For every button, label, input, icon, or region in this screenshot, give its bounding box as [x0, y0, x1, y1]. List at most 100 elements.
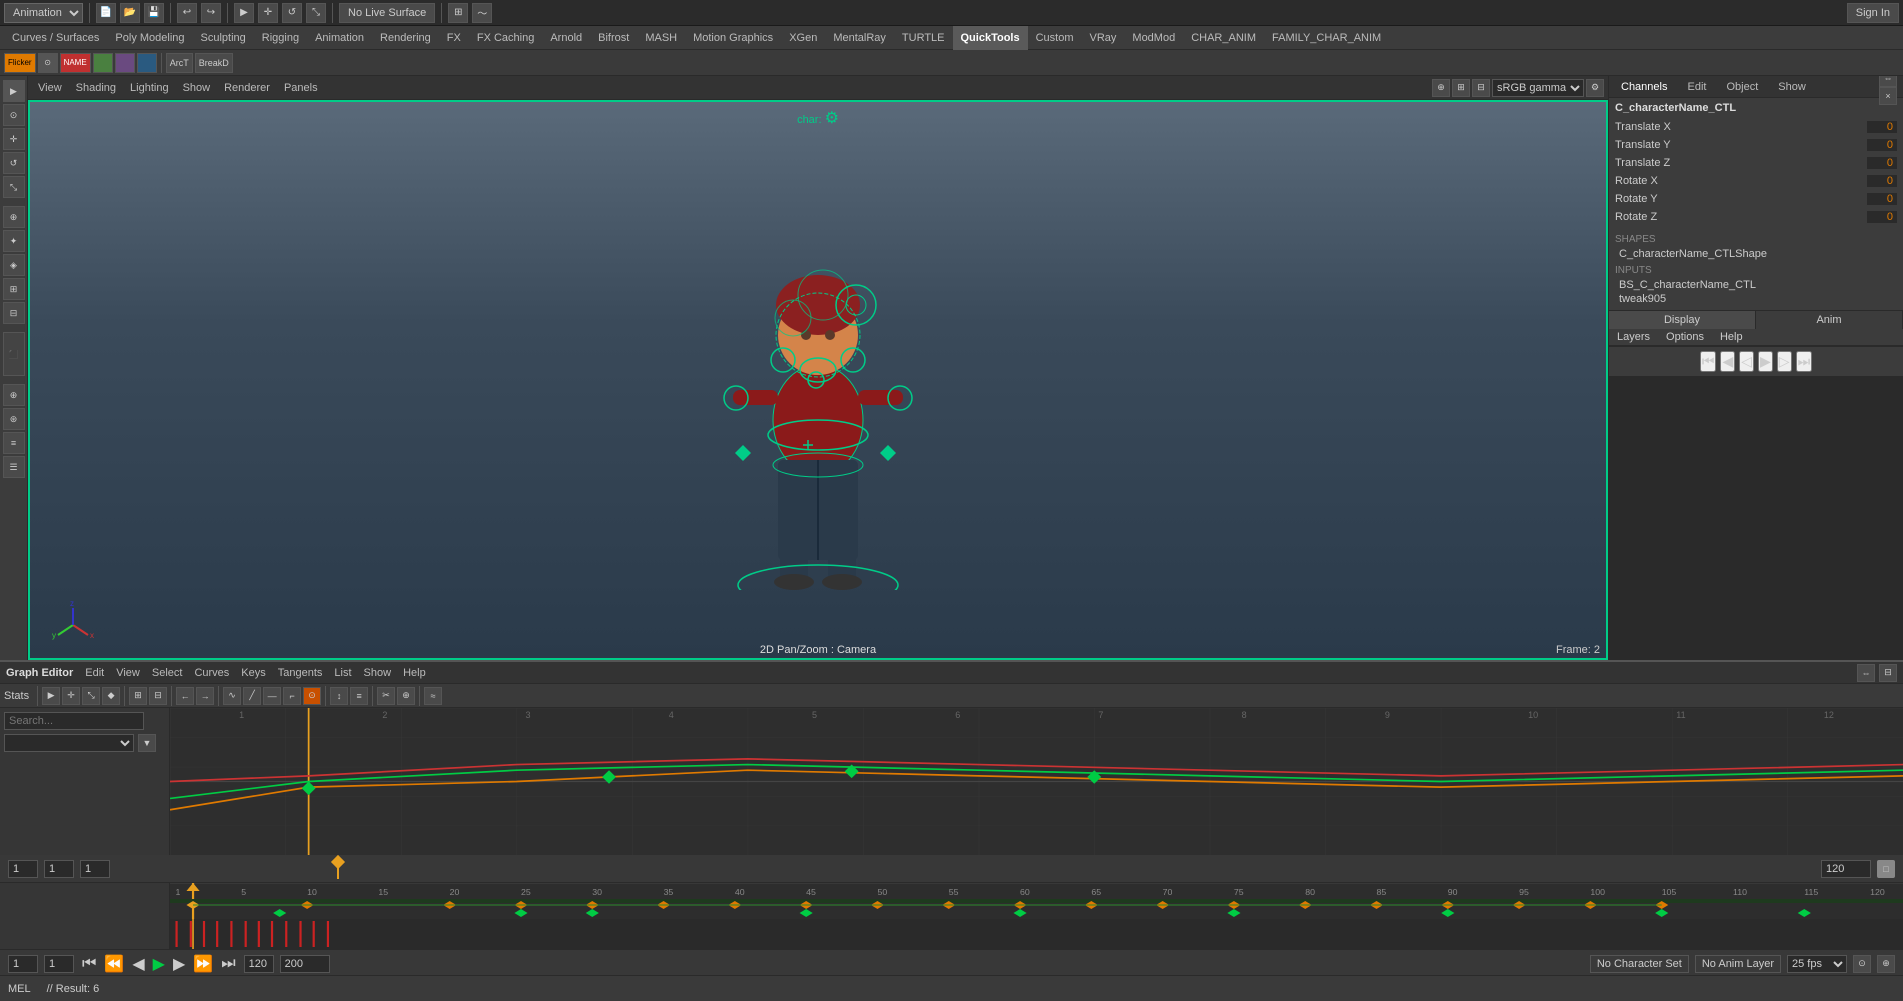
ge-normalize[interactable]: ↕ — [330, 687, 348, 705]
tab-turtle[interactable]: TURTLE — [894, 26, 953, 50]
pb-step-fwd[interactable]: ▶ — [171, 954, 187, 974]
tab-vray[interactable]: VRay — [1082, 26, 1125, 50]
anim-next-frame[interactable]: ▷ — [1777, 351, 1792, 372]
ge-menu-show[interactable]: Show — [358, 667, 398, 679]
ge-stack[interactable]: ≡ — [350, 687, 368, 705]
channel-rx-value[interactable]: 0 — [1867, 175, 1897, 187]
channel-tz-value[interactable]: 0 — [1867, 157, 1897, 169]
display-tab-anim[interactable]: Anim — [1756, 311, 1903, 329]
ge-menu-edit[interactable]: Edit — [79, 667, 110, 679]
ge-expand-btn[interactable]: ⇔ — [1857, 664, 1875, 682]
ge-move-btn[interactable]: ✛ — [62, 687, 80, 705]
tl-current-frame[interactable] — [44, 860, 74, 878]
tab-char-anim[interactable]: CHAR_ANIM — [1183, 26, 1264, 50]
sign-in-btn[interactable]: Sign In — [1847, 3, 1899, 23]
rotate-tool[interactable]: ↺ — [3, 152, 25, 174]
anim-play-back[interactable]: ◁ — [1739, 351, 1754, 372]
tool13[interactable]: ⊛ — [3, 408, 25, 430]
tl-start[interactable] — [8, 955, 38, 973]
ge-menu-tangents[interactable]: Tangents — [272, 667, 329, 679]
tl-start-frame[interactable] — [8, 860, 38, 878]
move-tool[interactable]: ✛ — [3, 128, 25, 150]
ge-select-btn[interactable]: ▶ — [42, 687, 60, 705]
tab-rendering[interactable]: Rendering — [372, 26, 439, 50]
ctrl-btn[interactable]: ⊙ — [38, 53, 58, 73]
channel-tx-value[interactable]: 0 — [1867, 121, 1897, 133]
display-tab-display[interactable]: Display — [1609, 311, 1756, 329]
ge-ripple[interactable]: ≈ — [424, 687, 442, 705]
tab-curves-surfaces[interactable]: Curves / Surfaces — [4, 26, 107, 50]
scale-tool[interactable]: ⤡ — [3, 176, 25, 198]
save-btn[interactable]: 💾 — [144, 3, 164, 23]
ge-filter-dropdown[interactable] — [4, 734, 134, 752]
scale-tool-btn[interactable]: ⤡ — [306, 3, 326, 23]
channel-translate-y[interactable]: Translate Y 0 — [1609, 136, 1903, 154]
ge-pre-infinity[interactable]: ← — [176, 687, 194, 705]
vp-menu-renderer[interactable]: Renderer — [218, 82, 276, 94]
ge-search-input[interactable] — [4, 712, 144, 730]
workspace-dropdown[interactable]: Animation — [4, 3, 83, 23]
select-tool[interactable]: ▶ — [3, 80, 25, 102]
vp-icon2[interactable]: ⊞ — [1452, 79, 1470, 97]
move-tool-btn[interactable]: ✛ — [258, 3, 278, 23]
channel-ry-value[interactable]: 0 — [1867, 193, 1897, 205]
vp-icon1[interactable]: ⊕ — [1432, 79, 1450, 97]
ge-insert-key[interactable]: ◆ — [102, 687, 120, 705]
color2-btn[interactable] — [115, 53, 135, 73]
tl-range-end-2[interactable] — [280, 955, 330, 973]
anim-prev-frame[interactable]: ◀ — [1720, 351, 1735, 372]
tl-icon2[interactable]: ⊕ — [1877, 955, 1895, 973]
dsub-help[interactable]: Help — [1712, 329, 1751, 345]
ge-post-infinity[interactable]: → — [196, 687, 214, 705]
flicker-btn[interactable]: Flicker — [4, 53, 36, 73]
tab-arnold[interactable]: Arnold — [542, 26, 590, 50]
anim-prev-key[interactable]: ⏮ — [1700, 351, 1717, 372]
tab-custom[interactable]: Custom — [1028, 26, 1082, 50]
anim-play-fwd[interactable]: ▶ — [1758, 351, 1773, 372]
vp-menu-show[interactable]: Show — [177, 82, 217, 94]
cb-tab-edit[interactable]: Edit — [1681, 81, 1712, 93]
cb-tab-show[interactable]: Show — [1772, 81, 1812, 93]
pb-ff[interactable]: ⏭ — [219, 955, 237, 973]
tool10[interactable]: ⊟ — [3, 302, 25, 324]
channel-rz-value[interactable]: 0 — [1867, 211, 1897, 223]
tab-motion-graphics[interactable]: Motion Graphics — [685, 26, 781, 50]
anim-next-key[interactable]: ⏭ — [1796, 351, 1813, 372]
tab-modmod[interactable]: ModMod — [1124, 26, 1183, 50]
tab-family-char-anim[interactable]: FAMILY_CHAR_ANIM — [1264, 26, 1389, 50]
no-character-set-btn[interactable]: No Character Set — [1590, 955, 1689, 973]
cb-tab-object[interactable]: Object — [1720, 81, 1764, 93]
vp-menu-shading[interactable]: Shading — [70, 82, 122, 94]
cb-expand-btn[interactable]: ⇔ — [1879, 76, 1897, 87]
ge-tan-plateau[interactable]: ⊙ — [303, 687, 321, 705]
channel-rotate-y[interactable]: Rotate Y 0 — [1609, 190, 1903, 208]
pb-prev-key[interactable]: ⏪ — [102, 954, 126, 974]
pb-play[interactable]: ▶ — [151, 954, 167, 974]
tool7[interactable]: ✦ — [3, 230, 25, 252]
tab-xgen[interactable]: XGen — [781, 26, 825, 50]
ge-filter-btn[interactable]: ▼ — [138, 734, 156, 752]
ge-menu-list[interactable]: List — [328, 667, 357, 679]
no-anim-layer-btn[interactable]: No Anim Layer — [1695, 955, 1781, 973]
channel-rotate-z[interactable]: Rotate Z 0 — [1609, 208, 1903, 226]
inputs-item-1[interactable]: tweak905 — [1615, 292, 1897, 306]
tab-animation[interactable]: Animation — [307, 26, 372, 50]
vp-icon3[interactable]: ⊟ — [1472, 79, 1490, 97]
channel-ty-value[interactable]: 0 — [1867, 139, 1897, 151]
tab-bifrost[interactable]: Bifrost — [590, 26, 637, 50]
dsub-options[interactable]: Options — [1658, 329, 1712, 345]
tool14[interactable]: ≡ — [3, 432, 25, 454]
arct-btn[interactable]: ArcT — [166, 53, 193, 73]
lasso-tool[interactable]: ⊙ — [3, 104, 25, 126]
color-space-dropdown[interactable]: sRGB gamma — [1492, 79, 1584, 97]
fps-dropdown[interactable]: 25 fps — [1787, 955, 1847, 973]
new-file-btn[interactable]: 📄 — [96, 3, 116, 23]
tl-icon1[interactable]: ⊙ — [1853, 955, 1871, 973]
cb-tab-channels[interactable]: Channels — [1615, 81, 1673, 93]
vp-menu-view[interactable]: View — [32, 82, 68, 94]
tab-rigging[interactable]: Rigging — [254, 26, 307, 50]
tab-fx-caching[interactable]: FX Caching — [469, 26, 542, 50]
ge-tan-flat[interactable]: — — [263, 687, 281, 705]
breakd-btn[interactable]: BreakD — [195, 53, 233, 73]
channel-translate-x[interactable]: Translate X 0 — [1609, 118, 1903, 136]
